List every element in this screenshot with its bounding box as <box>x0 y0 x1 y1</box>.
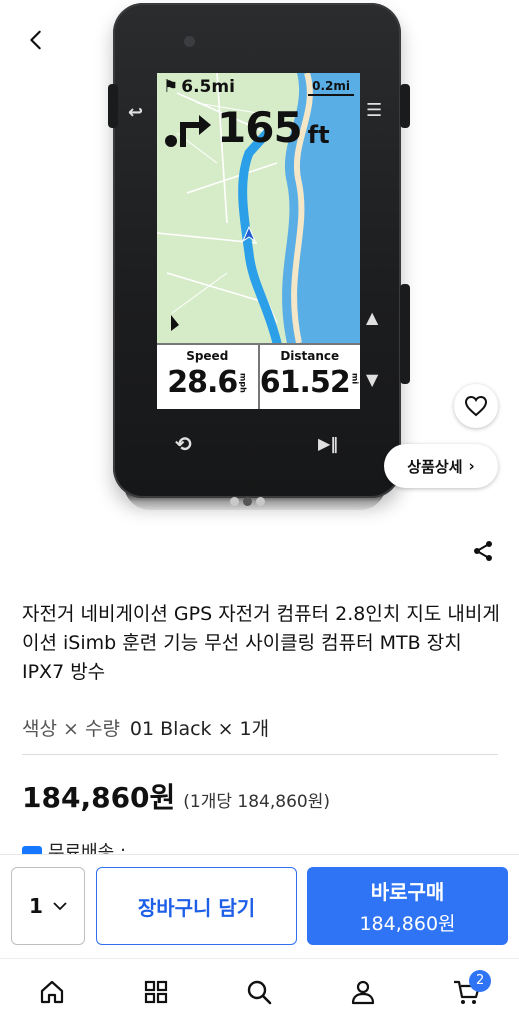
add-to-cart-button[interactable]: 장바구니 담기 <box>96 867 297 945</box>
device-side-button <box>108 84 118 128</box>
gallery-dot <box>256 497 265 506</box>
quantity-select[interactable]: 1 <box>11 867 85 945</box>
share-icon <box>474 541 492 561</box>
chevron-down-icon <box>53 902 67 911</box>
bottom-navigation: 2 <box>0 958 519 1024</box>
device-side-button <box>400 84 410 128</box>
share-button[interactable] <box>466 534 500 568</box>
device-loop-icon: ⟲ <box>175 432 192 456</box>
distance-remaining: ⚑ 6.5mi <box>163 77 235 97</box>
product-price: 184,860원 <box>22 781 176 814</box>
turn-distance: 165 <box>217 103 303 152</box>
chevron-right-icon: › <box>468 457 475 475</box>
product-title: 자전거 네비게이션 GPS 자전거 컴퓨터 2.8인치 지도 내비게이션 iSi… <box>22 603 500 683</box>
profile-icon <box>352 980 375 1004</box>
option-label: 색상 × 수량 <box>22 718 120 740</box>
ride-data-fields: Speed 28.6mph Distance 61.52mi <box>157 343 360 409</box>
back-button[interactable] <box>18 22 54 58</box>
device-play-pause-icon: ▶‖ <box>318 434 339 453</box>
device-light-sensor <box>184 36 195 47</box>
wishlist-button[interactable] <box>454 384 498 428</box>
turn-right-arrow-icon <box>165 115 211 147</box>
map-header: ⚑ 6.5mi 0.2mi <box>157 73 360 101</box>
flag-icon: ⚑ <box>163 77 179 97</box>
price-row: 184,860원 (1개당 184,860원) <box>22 776 330 816</box>
nav-search[interactable] <box>233 966 285 1018</box>
purchase-bar: 1 장바구니 담기 바로구매 184,860원 <box>0 854 519 958</box>
device-back-icon: ↩ <box>128 102 144 123</box>
cart-count-badge: 2 <box>469 969 492 992</box>
nav-categories[interactable] <box>130 966 182 1018</box>
product-image-gallery[interactable]: ↩ ☰ ▲ ▼ ⟲ ▶‖ ⚑ 6.5mi 0.2mi 165 ft Speed … <box>0 0 519 530</box>
map-scale: 0.2mi <box>308 79 354 96</box>
home-icon <box>40 980 63 1003</box>
gallery-dot <box>230 497 239 506</box>
device-side-button <box>400 284 410 384</box>
distance-field: Distance 61.52mi <box>257 345 361 409</box>
nav-home[interactable] <box>26 966 78 1018</box>
divider <box>22 754 498 755</box>
turn-instruction: 165 ft <box>165 107 330 149</box>
gallery-dot-active <box>243 497 252 506</box>
gallery-page-indicator <box>230 497 265 506</box>
heart-icon <box>464 395 488 417</box>
turn-unit: ft <box>307 121 330 149</box>
nav-profile[interactable] <box>337 966 389 1018</box>
device-up-icon: ▲ <box>366 308 379 327</box>
device-down-icon: ▼ <box>366 370 379 389</box>
product-detail-button[interactable]: 상품상세 › <box>384 444 498 488</box>
nav-cart[interactable]: 2 <box>441 966 493 1018</box>
selected-option: 색상 × 수량 01 Black × 1개 <box>22 714 269 741</box>
speed-field: Speed 28.6mph <box>167 349 248 400</box>
buy-now-button[interactable]: 바로구매 184,860원 <box>307 867 508 945</box>
categories-icon <box>144 980 167 1003</box>
search-icon <box>248 980 272 1004</box>
option-value: 01 Black × 1개 <box>129 718 270 740</box>
device-menu-icon: ☰ <box>366 100 383 121</box>
back-arrow-icon <box>30 30 41 50</box>
unit-price: (1개당 184,860원) <box>183 792 331 812</box>
device-screen: ⚑ 6.5mi 0.2mi 165 ft Speed 28.6mph Dista… <box>157 73 360 409</box>
